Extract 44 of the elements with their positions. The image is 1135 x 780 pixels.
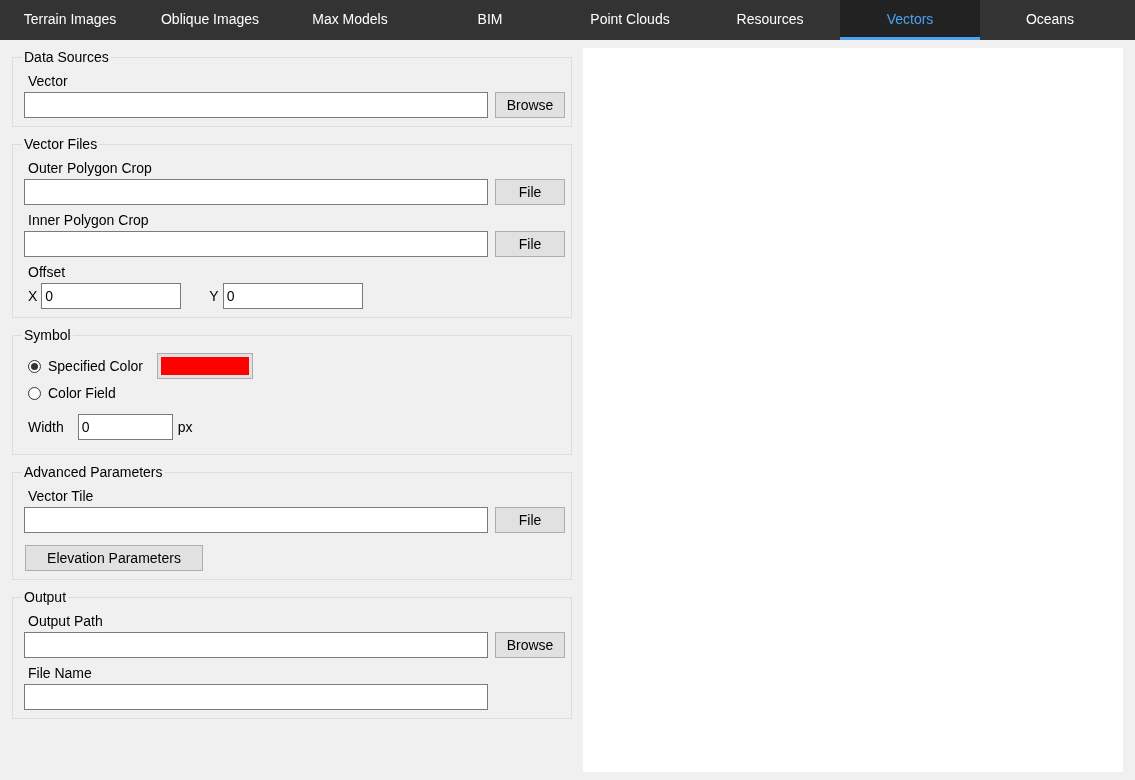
group-title: Data Sources: [23, 48, 110, 66]
tab[interactable]: Vectors: [840, 0, 980, 40]
unit-label: px: [177, 417, 193, 437]
radio-button[interactable]: [28, 359, 41, 373]
field-label: Width: [28, 417, 64, 437]
text-field[interactable]: [24, 92, 488, 118]
field-label: Outer Polygon Crop: [28, 159, 152, 177]
file-button[interactable]: Browse: [495, 92, 565, 118]
number-field[interactable]: 0: [222, 283, 363, 309]
tab[interactable]: Resources: [700, 0, 840, 40]
field-label: File Name: [28, 664, 92, 682]
radio-label: Specified Color: [48, 356, 143, 376]
field-label: Inner Polygon Crop: [28, 211, 149, 229]
color-picker[interactable]: [156, 353, 253, 379]
tab[interactable]: BIM: [420, 0, 560, 40]
tab[interactable]: Terrain Images: [0, 0, 140, 40]
text-field[interactable]: [24, 507, 488, 533]
tab[interactable]: Point Clouds: [560, 0, 700, 40]
number-field[interactable]: 0: [77, 414, 173, 440]
field-label: Output Path: [28, 612, 103, 630]
file-button[interactable]: File: [495, 179, 565, 205]
file-button[interactable]: Browse: [495, 632, 565, 658]
elevation-parameters-button[interactable]: Elevation Parameters: [25, 545, 203, 571]
axis-label: X: [28, 286, 38, 306]
radio-button[interactable]: [28, 387, 41, 400]
text-field[interactable]: [24, 684, 488, 710]
field-label: Offset: [28, 263, 66, 281]
group-title: Advanced Parameters: [23, 463, 164, 481]
field-label: Vector Tile: [28, 487, 94, 505]
tab[interactable]: Max Models: [280, 0, 420, 40]
file-button[interactable]: File: [495, 507, 565, 533]
text-field[interactable]: [24, 231, 488, 257]
group-title: Symbol: [23, 326, 72, 344]
field-label: Vector: [28, 72, 68, 90]
text-field[interactable]: [24, 179, 488, 205]
tab[interactable]: Oceans: [980, 0, 1120, 40]
file-button[interactable]: File: [495, 231, 565, 257]
number-field[interactable]: 0: [41, 283, 182, 309]
radio-label: Color Field: [48, 384, 116, 403]
tab[interactable]: Oblique Images: [140, 0, 280, 40]
axis-label: Y: [209, 286, 219, 306]
group-title: Vector Files: [23, 135, 99, 153]
group-title: Output: [23, 588, 68, 606]
text-field[interactable]: [24, 632, 488, 658]
